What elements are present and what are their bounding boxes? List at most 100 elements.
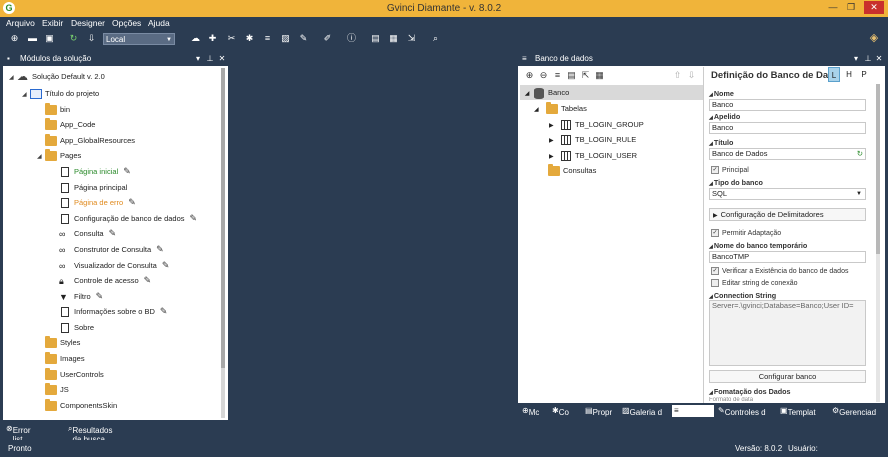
pin-icon[interactable]: ⊥ [863,52,873,66]
tree-item-usercontrols[interactable]: UserControls [45,367,104,382]
tree-item-pagina-inicial[interactable]: Página inicial ✎ [59,164,131,179]
configurar-banco-button[interactable]: Configurar banco [709,370,866,383]
close-icon[interactable]: ✕ [864,1,884,14]
tab-banco[interactable]: ≡ Banco [672,405,714,417]
edit-pencil-icon[interactable]: ✎ [109,226,117,241]
properties-scrollbar[interactable] [876,84,880,402]
db-table-item[interactable]: ▶ TB_LOGIN_USER [549,148,637,163]
pin-icon[interactable]: ⊥ [205,52,215,66]
tree-item-consulta[interactable]: ∞ Consulta ✎ [59,226,116,241]
edit-pencil-icon[interactable]: ✎ [96,289,104,304]
tree-item-informacoes-bd[interactable]: Informações sobre o BD ✎ [59,304,167,319]
tipo-select[interactable]: SQL ▼ [709,188,866,200]
expand-icon[interactable]: ▶ [549,134,561,149]
translate-icon[interactable]: ↻ [857,149,863,159]
tree-item-filtro[interactable]: ▼ Filtro ✎ [59,289,103,304]
collapse-icon[interactable]: ◢ [9,71,17,86]
restore-icon[interactable]: ❐ [844,1,858,14]
collapse-icon[interactable]: ◢ [37,150,45,165]
add-icon[interactable]: ⊕ [524,70,535,81]
add-table-icon[interactable]: ▤ [566,70,577,81]
tree-item-pagina-principal[interactable]: Página principal [59,180,127,195]
edit-pencil-icon[interactable]: ✎ [156,242,164,257]
temp-field[interactable]: BancoTMP [709,251,866,263]
db-table-item[interactable]: ▶ TB_LOGIN_GROUP [549,117,644,132]
permitir-checkbox[interactable]: ✓ Permitir Adaptação [711,229,781,237]
publish-icon[interactable]: ⇩ [86,33,97,44]
tab-gerenciador[interactable]: ⚙ Gerenciad [832,405,886,417]
tree-item-config-banco[interactable]: Configuração de banco de dados ✎ [59,211,197,226]
table-grid-icon[interactable]: ▦ [594,70,605,81]
cloud-icon[interactable]: ☁ [190,33,201,44]
notes-icon[interactable]: ✐ [322,33,333,44]
panel-menu-icon[interactable]: ▾ [851,52,861,66]
info-icon[interactable]: ⓘ [346,33,357,44]
move-down-icon[interactable]: ⇩ [686,70,697,81]
panel-close-icon[interactable]: ✕ [874,52,884,66]
search-results-tab[interactable]: ⌕ Resultados da busca (0) [68,424,113,453]
principal-checkbox[interactable]: ✓ Principal [711,166,749,174]
titulo-field[interactable]: Banco de Dados ↻ [709,148,866,160]
menu-ajuda[interactable]: Ajuda [148,18,170,28]
pane-divider[interactable] [703,67,704,403]
tree-item-solution[interactable]: ◢ ☁ Solução Default v. 2.0 [9,69,105,84]
menu-exibir[interactable]: Exibir [42,18,63,28]
delimitadores-expander[interactable]: ▶ Configuração de Delimitadores [709,208,866,221]
tab-modulos[interactable]: ⊕ Mc [522,405,548,417]
db-tree-root[interactable]: ◢ Banco [520,85,703,100]
properties-scroll-thumb[interactable] [876,84,880,254]
edit-pencil-icon[interactable]: ✎ [190,211,198,226]
refresh-icon[interactable]: ↻ [68,33,79,44]
nome-field[interactable]: Banco [709,99,866,111]
database-icon[interactable]: ≡ [552,70,563,81]
tab-controles-d[interactable]: ✎ Controles d [718,405,776,417]
db-tree-queries[interactable]: Consultas [548,163,596,178]
tab-html[interactable]: H [843,67,855,82]
tools-icon[interactable]: ✂ [226,33,237,44]
environment-select[interactable]: Local ▼ [103,33,175,45]
tree-item-bin[interactable]: bin [45,102,70,117]
error-list-tab[interactable]: ⊗ Error list (0) [6,424,30,453]
move-up-icon[interactable]: ⇧ [672,70,683,81]
db-table-item[interactable]: ▶ TB_LOGIN_RULE [549,132,636,147]
save-icon[interactable]: ▣ [44,33,55,44]
menu-arquivo[interactable]: Arquivo [6,18,35,28]
tree-item-controle-acesso[interactable]: 🔒︎ Controle de acesso ✎ [59,273,151,288]
tree-item-images[interactable]: Images [45,351,85,366]
edit-icon[interactable]: ✎ [298,33,309,44]
wizard-icon[interactable]: ✱ [244,33,255,44]
tree-item-js[interactable]: JS [45,382,69,397]
browser-icon[interactable]: ▤ [370,33,381,44]
tree-item-pagina-erro[interactable]: Página de erro ✎ [59,195,136,210]
tree-item-styles[interactable]: Styles [45,335,80,350]
panel-close-icon[interactable]: ✕ [217,52,227,66]
edit-pencil-icon[interactable]: ✎ [144,273,152,288]
new-icon[interactable]: ⊕ [9,33,20,44]
tab-galeria[interactable]: ▨ Galeria d [622,405,670,417]
solution-scrollbar[interactable] [221,68,225,418]
collapse-icon[interactable]: ◢ [534,103,546,118]
verificar-checkbox[interactable]: ✓ Verificar a Existência do banco de dado… [711,267,848,275]
import-icon[interactable]: ⇱ [580,70,591,81]
collapse-icon[interactable]: ◢ [22,88,30,103]
editar-checkbox[interactable]: Editar string de conexão [711,279,798,287]
minimize-icon[interactable]: — [826,1,840,14]
tree-item-project[interactable]: ◢ Título do projeto [22,86,99,101]
open-folder-icon[interactable]: ▬ [27,33,38,44]
edit-pencil-icon[interactable]: ✎ [123,164,131,179]
apelido-field[interactable]: Banco [709,122,866,134]
remove-icon[interactable]: ⊖ [538,70,549,81]
tree-item-sobre[interactable]: Sobre [59,320,94,335]
tab-properties[interactable]: P [858,67,870,82]
tab-propriedades[interactable]: ▤ Propr [585,405,619,417]
tree-item-pages[interactable]: ◢ Pages [37,148,81,163]
image-icon[interactable]: ▨ [280,33,291,44]
menu-opcoes[interactable]: Opções [112,18,141,28]
export-icon[interactable]: ⇲ [406,33,417,44]
edit-pencil-icon[interactable]: ✎ [160,304,168,319]
solution-scroll-thumb[interactable] [221,68,225,368]
edit-pencil-icon[interactable]: ✎ [128,195,136,210]
database-icon[interactable]: ≡ [262,33,273,44]
plugin-icon[interactable]: ✚ [207,33,218,44]
search-icon[interactable]: ⌕ [430,33,441,44]
